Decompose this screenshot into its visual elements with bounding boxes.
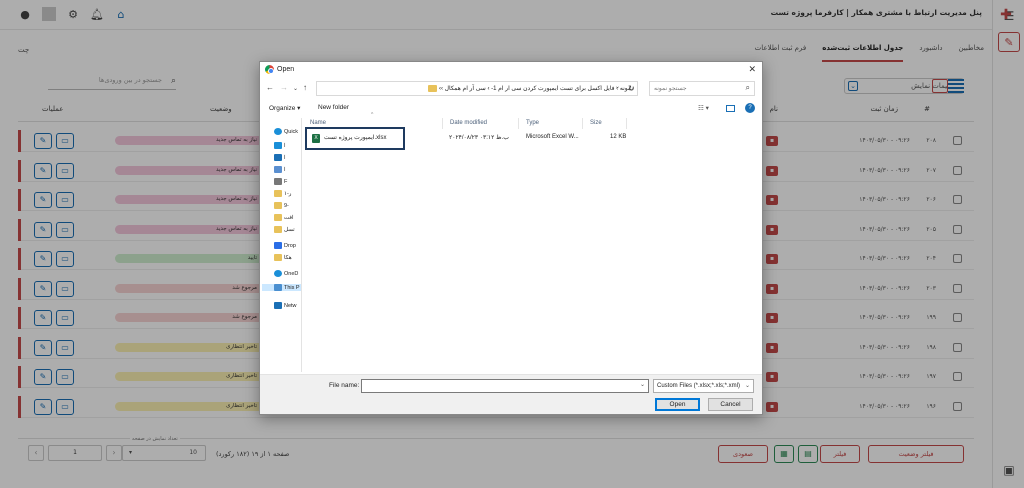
organize-button[interactable]: Organize ▾: [269, 104, 300, 112]
nav-item[interactable]: ا: [274, 142, 286, 149]
file-name-label: File name:: [329, 382, 360, 389]
refresh-icon[interactable]: ↻: [628, 84, 635, 93]
nav-this-pc[interactable]: This P: [262, 284, 301, 291]
dialog-search-input[interactable]: جستجو نمونه ⌕: [649, 81, 755, 96]
file-size: 12 KB: [610, 134, 627, 140]
nav-network[interactable]: Netw: [274, 302, 297, 309]
nav-item[interactable]: ر-۱: [274, 190, 291, 197]
column-type[interactable]: Type: [519, 118, 583, 129]
nav-onedrive[interactable]: OneD: [274, 270, 298, 277]
chrome-icon: [265, 65, 274, 74]
nav-dropbox[interactable]: Drop: [274, 242, 296, 249]
open-file-dialog: Open ✕ ← → ⌄ ↑ نمونه › فایل اکسل برای تس…: [259, 61, 763, 415]
address-path: نمونه › فایل اکسل برای تست ایمپورت کردن …: [439, 86, 633, 93]
address-bar[interactable]: نمونه › فایل اکسل برای تست ایمپورت کردن …: [316, 81, 638, 96]
nav-item[interactable]: تسل: [274, 226, 295, 233]
column-date-modified[interactable]: Date modified: [443, 118, 519, 129]
preview-pane-icon[interactable]: [726, 105, 735, 112]
up-arrow-icon[interactable]: ↑: [303, 83, 307, 92]
search-icon: ⌕: [745, 83, 750, 92]
file-highlight-box: [305, 127, 405, 150]
address-row: ← → ⌄ ↑ نمونه › فایل اکسل برای تست ایمپو…: [260, 80, 762, 98]
nav-quick-access[interactable]: Quick: [274, 128, 298, 135]
command-bar: Organize ▾ New folder ☷ ▾ ?: [260, 100, 762, 116]
nav-item[interactable]: ا: [274, 166, 286, 173]
folder-icon: [428, 85, 438, 92]
dialog-search-placeholder: جستجو نمونه: [654, 86, 687, 92]
app-window: ☰ ✎ ▣ پنل مدیریت ارتباط با مشتری همکار |…: [0, 0, 1024, 488]
cancel-button[interactable]: Cancel: [708, 398, 753, 411]
nav-item[interactable]: 9-: [274, 202, 289, 209]
navigation-pane: Quick ا ا ا F ر-۱ 9- افت تسل Drop هکا On…: [260, 118, 302, 372]
dialog-title: Open: [277, 66, 295, 73]
chevron-down-icon: ⌄: [744, 383, 750, 389]
file-type-value: Custom Files (*.xlsx;*.xls;*.xml): [657, 383, 741, 389]
file-name-input[interactable]: ⌄: [361, 379, 649, 393]
nav-item[interactable]: ا: [274, 154, 286, 161]
nav-item[interactable]: هکا: [274, 254, 292, 261]
chevron-down-icon[interactable]: ⌄: [615, 83, 620, 90]
forward-arrow-icon[interactable]: →: [280, 83, 288, 92]
file-date: ۲۰۲۴/۰۸/۲۳ ب.ظ ۰۳:۱۲: [449, 135, 509, 141]
close-icon[interactable]: ✕: [748, 64, 756, 75]
file-type: Microsoft Excel W...: [526, 134, 579, 140]
chevron-down-icon[interactable]: ⌄: [640, 381, 645, 388]
dialog-title-bar: Open ✕: [260, 62, 762, 78]
view-options-icon[interactable]: ☷ ▾: [698, 104, 709, 112]
back-arrow-icon[interactable]: ←: [266, 83, 274, 92]
column-size[interactable]: Size: [583, 118, 627, 129]
nav-item[interactable]: F: [274, 178, 287, 185]
chevron-down-icon[interactable]: ⌄: [293, 85, 298, 92]
file-list-pane: Name Date modified Type Size ^ X ایمپورت…: [303, 112, 761, 372]
nav-item[interactable]: افت: [274, 214, 294, 221]
open-button[interactable]: Open: [655, 398, 700, 411]
new-folder-button[interactable]: New folder: [318, 104, 349, 111]
file-type-select[interactable]: Custom Files (*.xlsx;*.xls;*.xml) ⌄: [653, 379, 754, 393]
dialog-bottom-bar: File name: ⌄ Custom Files (*.xlsx;*.xls;…: [260, 374, 762, 414]
help-icon[interactable]: ?: [745, 103, 755, 113]
sort-arrow-icon: ^: [371, 112, 374, 118]
